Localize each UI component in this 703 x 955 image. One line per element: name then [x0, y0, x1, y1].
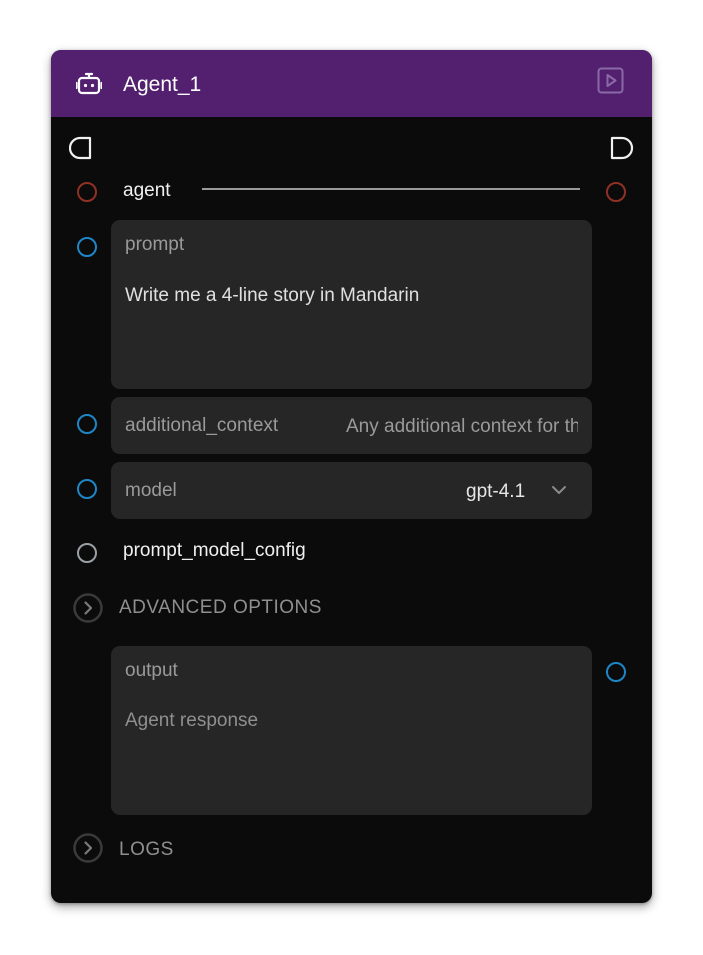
additional-context-placeholder: Any additional context for the agent	[346, 416, 578, 437]
prompt-input-handle[interactable]	[77, 237, 97, 257]
additional-context-input[interactable]: Any additional context for the agent	[345, 397, 578, 454]
output-handle[interactable]	[606, 662, 626, 682]
model-label: model	[125, 480, 177, 501]
play-square-icon[interactable]	[597, 67, 624, 94]
output-label: output	[125, 660, 178, 681]
prompt-model-config-input-handle[interactable]	[77, 543, 97, 563]
prompt-model-config-label: prompt_model_config	[123, 540, 306, 561]
advanced-options-toggle[interactable]: ADVANCED OPTIONS	[119, 597, 322, 619]
agent-input-handle[interactable]	[77, 182, 97, 202]
prompt-label: prompt	[125, 234, 185, 255]
model-select[interactable]: model gpt-4.1	[111, 462, 592, 519]
prompt-value[interactable]: Write me a 4-line story in Mandarin	[125, 285, 419, 307]
node-title: Agent_1	[123, 73, 202, 96]
flow-output-handle[interactable]	[609, 136, 635, 160]
additional-context-label: additional_context	[125, 415, 279, 436]
agent-node[interactable]: Agent_1 agent prompt Write me a 4-line s…	[51, 50, 652, 903]
logs-chevron-icon[interactable]	[73, 833, 103, 863]
robot-icon	[76, 72, 102, 95]
node-header[interactable]: Agent_1	[51, 50, 652, 117]
output-field: output Agent response	[111, 646, 592, 815]
agent-port-label: agent	[123, 180, 171, 201]
advanced-options-chevron-icon[interactable]	[73, 593, 103, 623]
logs-toggle[interactable]: LOGS	[119, 839, 174, 861]
additional-context-field[interactable]: additional_context Any additional contex…	[111, 397, 592, 454]
prompt-field[interactable]: prompt Write me a 4-line story in Mandar…	[111, 220, 592, 389]
model-selected-value: gpt-4.1	[466, 481, 526, 502]
additional-context-input-handle[interactable]	[77, 414, 97, 434]
agent-port-divider	[202, 188, 580, 190]
agent-output-handle[interactable]	[606, 182, 626, 202]
chevron-down-icon	[552, 486, 566, 494]
output-placeholder: Agent response	[125, 710, 259, 731]
flow-input-handle[interactable]	[69, 136, 93, 160]
model-input-handle[interactable]	[77, 479, 97, 499]
